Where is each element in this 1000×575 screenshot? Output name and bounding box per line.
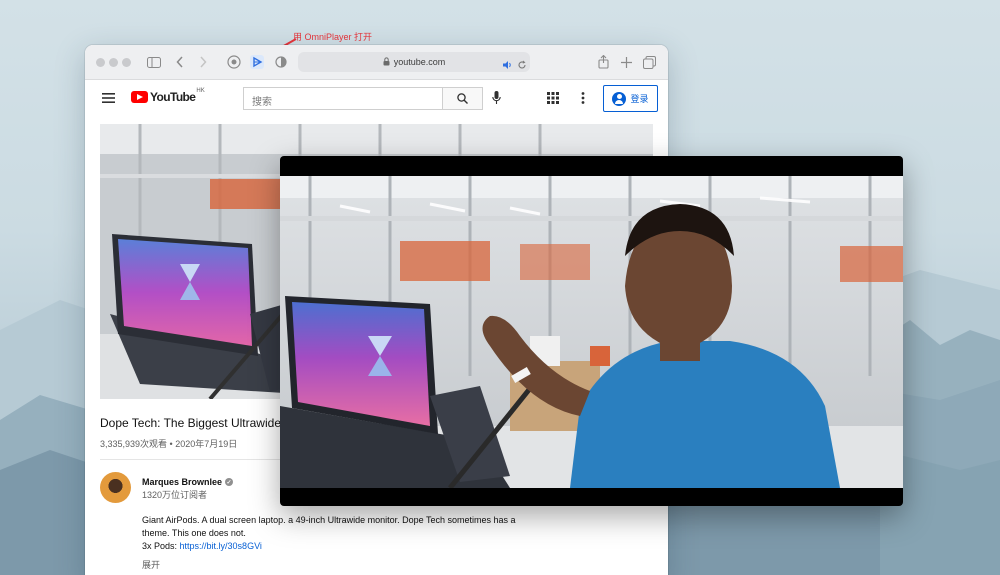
youtube-logo[interactable]: YouTube HK [131,88,205,104]
audio-icon[interactable] [503,57,513,75]
expand-button[interactable]: 展开 [142,558,160,571]
video-description: Giant AirPods. A dual screen laptop. a 4… [142,514,532,553]
verified-icon: ✓ [225,478,234,486]
menu-icon[interactable] [102,93,115,103]
description-line-2: theme. This one does not. [142,528,246,538]
close-window-button[interactable] [96,58,105,67]
search-icon [457,93,468,104]
omniplayer-annotation: 用 OmniPlayer 打开 [293,32,373,42]
description-line-3: 3x Pods: https://bit.ly/30s8GVi [142,540,532,553]
omniplayer-icon[interactable] [249,54,265,70]
apps-grid-icon[interactable] [547,92,559,104]
new-tab-icon[interactable] [618,54,634,70]
account-icon [612,91,627,106]
region-label: HK [196,88,205,94]
login-label: 登录 [630,94,649,104]
zoom-window-button[interactable] [122,58,131,67]
forward-icon[interactable] [195,54,211,70]
url-text: youtube.com [393,57,446,67]
omniplayer-window[interactable] [280,156,903,506]
channel-name-row[interactable]: Marques Brownlee ✓ [142,477,234,487]
lock-icon [383,56,390,68]
tabs-overview-icon[interactable] [641,54,657,70]
youtube-header: YouTube HK 搜索 登录 [85,80,668,120]
youtube-play-icon [131,91,148,103]
pods-label: 3x Pods: [142,541,180,551]
privacy-icon[interactable] [226,54,242,70]
sidebar-icon[interactable] [146,54,162,70]
youtube-wordmark: YouTube [150,90,196,104]
browser-toolbar: youtube.com [85,45,668,80]
video-title[interactable]: Dope Tech: The Biggest Ultrawide M [100,416,294,430]
omniplayer-video-frame[interactable] [280,176,903,488]
channel-name[interactable]: Marques Brownlee [142,477,222,487]
minimize-window-button[interactable] [109,58,118,67]
login-button[interactable]: 登录 [603,85,658,112]
reload-icon[interactable] [517,57,527,75]
video-views-date: 3,335,939次观看 • 2020年7月19日 [100,439,238,449]
shield-icon[interactable] [273,54,289,70]
more-options-icon[interactable] [581,92,585,104]
share-icon[interactable] [595,54,611,70]
search-button[interactable] [442,87,483,110]
back-icon[interactable] [172,54,188,70]
address-bar[interactable]: youtube.com [298,52,530,72]
channel-avatar[interactable] [100,472,131,503]
pods-link[interactable]: https://bit.ly/30s8GVi [180,541,262,551]
description-line-1: Giant AirPods. A dual screen laptop. a 4… [142,515,516,525]
subscriber-count: 1320万位订阅者 [142,490,208,500]
search-input[interactable]: 搜索 [243,87,442,110]
microphone-icon[interactable] [492,91,501,105]
